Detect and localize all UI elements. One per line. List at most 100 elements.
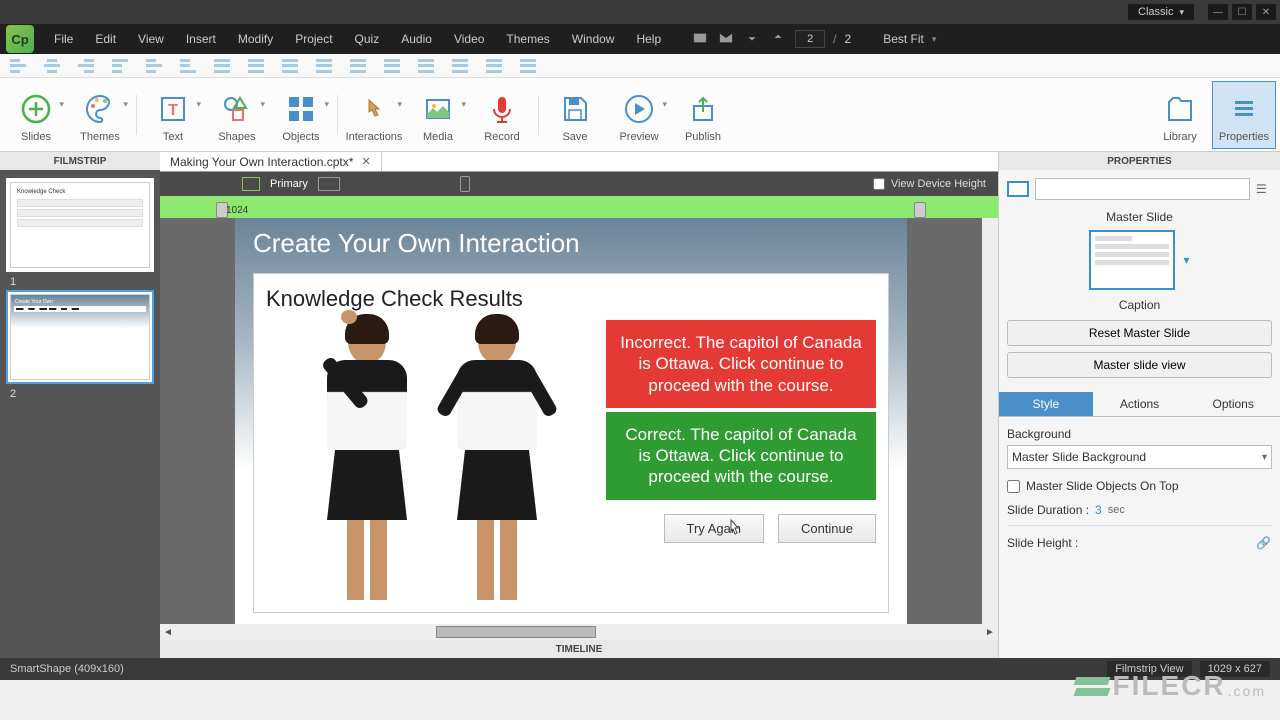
- menu-help[interactable]: Help: [626, 28, 671, 50]
- slide-title: Create Your Own Interaction: [235, 218, 907, 269]
- distribute-v-icon[interactable]: [248, 59, 264, 73]
- extra-3-icon[interactable]: [520, 59, 536, 73]
- text-button[interactable]: T Text▾: [141, 81, 205, 149]
- menu-view[interactable]: View: [128, 28, 174, 50]
- slides-button[interactable]: Slides▾: [4, 81, 68, 149]
- align-left-icon[interactable]: [10, 59, 26, 73]
- align-middle-icon[interactable]: [146, 59, 162, 73]
- shapes-button[interactable]: Shapes▾: [205, 81, 269, 149]
- mail-icon[interactable]: [719, 31, 733, 48]
- app-logo: Cp: [6, 25, 34, 53]
- publish-button[interactable]: Publish: [671, 81, 735, 149]
- ruler-handle-right[interactable]: [914, 202, 926, 218]
- slide-type-icon: [1007, 181, 1029, 197]
- close-button[interactable]: ✕: [1256, 4, 1276, 20]
- align-right-icon[interactable]: [78, 59, 94, 73]
- link-icon[interactable]: 🔗: [1256, 536, 1272, 550]
- filmstrip-panel: Filmstrip Knowledge Check 1 Create Your …: [0, 152, 160, 658]
- preview-button[interactable]: Preview▾: [607, 81, 671, 149]
- slide-thumbnail-2[interactable]: Create Your Own: [6, 290, 154, 384]
- objects-button[interactable]: Objects▾: [269, 81, 333, 149]
- same-width-icon[interactable]: [282, 59, 298, 73]
- slide-height-label: Slide Height :: [1007, 536, 1078, 550]
- properties-button[interactable]: Properties: [1212, 81, 1276, 149]
- page-current-input[interactable]: [795, 30, 825, 48]
- distribute-h-icon[interactable]: [214, 59, 230, 73]
- filmstrip-view-badge[interactable]: Filmstrip View: [1107, 661, 1191, 677]
- thumb-number: 1: [6, 274, 154, 290]
- master-slide-dropdown-icon[interactable]: ▾: [1183, 253, 1189, 267]
- zoom-selector[interactable]: Best Fit▾: [883, 32, 936, 46]
- breakpoint-bar: Primary View Device Height: [160, 172, 998, 196]
- reset-master-slide-button[interactable]: Reset Master Slide: [1007, 320, 1272, 346]
- person-confused: [307, 320, 427, 600]
- actions-tab[interactable]: Actions: [1093, 392, 1187, 416]
- background-select[interactable]: Master Slide Background▾: [1007, 445, 1272, 469]
- extra-1-icon[interactable]: [452, 59, 468, 73]
- document-area: Making Your Own Interaction.cptx* ✕ Prim…: [160, 152, 998, 658]
- same-height-icon[interactable]: [316, 59, 332, 73]
- align-center-h-icon[interactable]: [44, 59, 60, 73]
- record-button[interactable]: Record: [470, 81, 534, 149]
- close-tab-icon[interactable]: ✕: [361, 155, 370, 168]
- media-button[interactable]: Media▾: [406, 81, 470, 149]
- menu-audio[interactable]: Audio: [391, 28, 442, 50]
- menu-edit[interactable]: Edit: [85, 28, 126, 50]
- continue-button[interactable]: Continue: [778, 514, 876, 543]
- view-device-height-checkbox[interactable]: [873, 178, 885, 190]
- objects-on-top-checkbox[interactable]: [1007, 480, 1020, 493]
- assets-icon[interactable]: [693, 31, 707, 48]
- document-tab[interactable]: Making Your Own Interaction.cptx* ✕: [160, 152, 382, 171]
- style-tab[interactable]: Style: [999, 392, 1093, 416]
- align-bottom-icon[interactable]: [180, 59, 196, 73]
- try-again-button[interactable]: Try Again: [664, 514, 764, 543]
- menu-modify[interactable]: Modify: [228, 28, 283, 50]
- alignment-toolbar: [0, 54, 1280, 78]
- menu-file[interactable]: File: [44, 28, 83, 50]
- people-illustration: [266, 320, 598, 600]
- timeline-header[interactable]: Timeline: [160, 640, 998, 658]
- person-confident: [437, 320, 557, 600]
- slide-duration-value[interactable]: 3: [1095, 503, 1102, 517]
- incorrect-message[interactable]: Incorrect. The capitol of Canada is Otta…: [606, 320, 876, 408]
- horizontal-scrollbar[interactable]: ◄ ►: [160, 624, 998, 640]
- slide-thumbnail-1[interactable]: Knowledge Check: [6, 178, 154, 272]
- menu-insert[interactable]: Insert: [176, 28, 226, 50]
- align-top-icon[interactable]: [112, 59, 128, 73]
- ruler-value: 1024: [226, 205, 248, 216]
- minimize-button[interactable]: —: [1208, 4, 1228, 20]
- workspace-switcher[interactable]: Classic: [1128, 4, 1194, 20]
- properties-panel: Properties ☰ Master Slide ▾ Caption Rese…: [998, 152, 1280, 658]
- maximize-button[interactable]: ☐: [1232, 4, 1252, 20]
- menu-window[interactable]: Window: [562, 28, 625, 50]
- same-size-icon[interactable]: [350, 59, 366, 73]
- save-button[interactable]: Save: [543, 81, 607, 149]
- master-slide-view-button[interactable]: Master slide view: [1007, 352, 1272, 378]
- breakpoint-ruler[interactable]: 1024: [160, 196, 998, 218]
- vertical-scrollbar[interactable]: [982, 218, 998, 624]
- menu-quiz[interactable]: Quiz: [345, 28, 390, 50]
- tablet-breakpoint-icon[interactable]: [318, 177, 340, 191]
- library-button[interactable]: Library: [1148, 81, 1212, 149]
- filmstrip-header: Filmstrip: [0, 152, 160, 170]
- title-bar: Classic — ☐ ✕: [0, 0, 1280, 24]
- options-tab[interactable]: Options: [1186, 392, 1280, 416]
- menu-project[interactable]: Project: [285, 28, 342, 50]
- slide-duration-label: Slide Duration :: [1007, 503, 1089, 517]
- master-slide-thumbnail[interactable]: [1089, 230, 1175, 290]
- menu-themes[interactable]: Themes: [496, 28, 559, 50]
- upload-icon[interactable]: [771, 31, 785, 48]
- slide-canvas[interactable]: Create Your Own Interaction Knowledge Ch…: [235, 218, 907, 624]
- center-horiz-icon[interactable]: [384, 59, 400, 73]
- extra-2-icon[interactable]: [486, 59, 502, 73]
- menu-icon[interactable]: ☰: [1256, 182, 1272, 196]
- interactions-button[interactable]: Interactions▾: [342, 81, 406, 149]
- desktop-breakpoint-icon[interactable]: [242, 177, 260, 191]
- mobile-breakpoint-icon[interactable]: [460, 176, 470, 192]
- menu-video[interactable]: Video: [444, 28, 494, 50]
- correct-message[interactable]: Correct. The capitol of Canada is Ottawa…: [606, 412, 876, 500]
- download-icon[interactable]: [745, 31, 759, 48]
- themes-button[interactable]: Themes▾: [68, 81, 132, 149]
- slide-name-input[interactable]: [1035, 178, 1250, 200]
- center-vert-icon[interactable]: [418, 59, 434, 73]
